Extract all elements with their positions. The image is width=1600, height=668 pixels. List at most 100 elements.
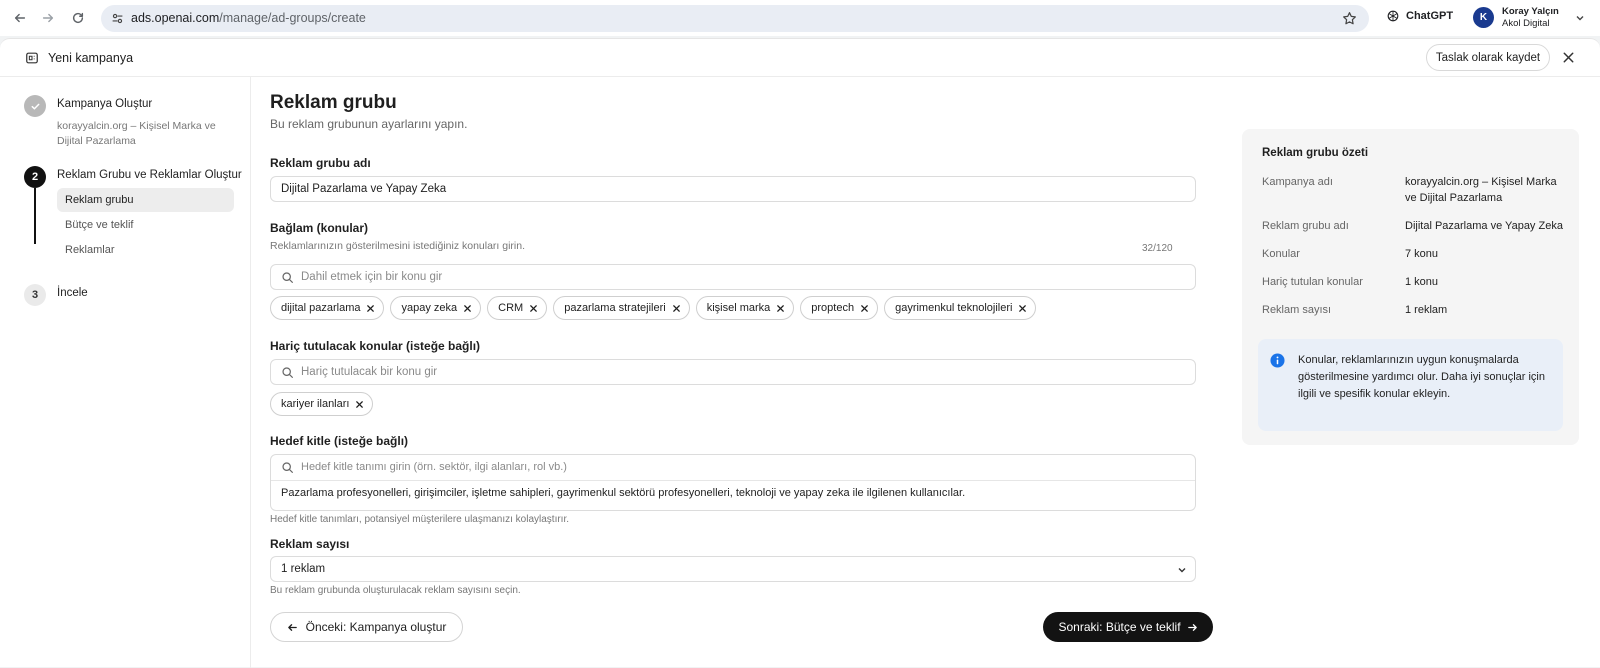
url-text: ads.openai.com/manage/ad-groups/create: [131, 11, 366, 25]
substep-ads[interactable]: Reklamlar: [57, 238, 234, 262]
step-done-indicator: [24, 95, 46, 117]
step-title-review[interactable]: İncele: [57, 287, 88, 299]
chip-label: pazarlama stratejileri: [564, 302, 666, 314]
info-card: Konular, reklamlarınızın uygun konuşmala…: [1258, 339, 1563, 431]
ads-count-select[interactable]: 1 reklam: [270, 556, 1196, 582]
url-path: /manage/ad-groups/create: [219, 11, 366, 25]
close-icon[interactable]: [1561, 50, 1576, 65]
ad-group-form: Reklam grubu Bu reklam grubunun ayarları…: [252, 77, 1220, 668]
step-number-2: 2: [24, 166, 46, 188]
arrow-left-icon: [287, 623, 297, 631]
step-progress-line: [34, 188, 36, 244]
summary-value: 1 konu: [1405, 276, 1439, 288]
audience-input[interactable]: Hedef kitle tanımı girin (örn. sektör, i…: [270, 454, 1196, 511]
next-button[interactable]: Sonraki: Bütçe ve teklif: [1043, 612, 1213, 642]
search-icon: [281, 461, 294, 474]
site-settings-icon[interactable]: [111, 12, 124, 25]
remove-icon[interactable]: [860, 304, 869, 313]
excluded-chips: kariyer ilanları: [270, 392, 374, 416]
audience-search-row: Hedef kitle tanımı girin (örn. sektör, i…: [271, 455, 1195, 481]
topic-search-input[interactable]: Dahil etmek için bir konu gir: [270, 264, 1196, 290]
chevron-down-icon[interactable]: [1575, 13, 1585, 23]
topic-chip: gayrimenkul teknolojileri: [884, 296, 1037, 320]
chatgpt-icon: [1387, 10, 1399, 22]
excluded-topic-input[interactable]: Hariç tutulacak bir konu gir: [270, 359, 1196, 385]
step-title-ad-group[interactable]: Reklam Grubu ve Reklamlar Oluştur: [57, 169, 242, 181]
step-number-3: 3: [24, 284, 46, 306]
substep-ad-group[interactable]: Reklam grubu: [57, 188, 234, 212]
remove-icon[interactable]: [355, 400, 364, 409]
address-bar[interactable]: ads.openai.com/manage/ad-groups/create: [101, 5, 1369, 32]
excluded-topic-placeholder: Hariç tutulacak bir konu gir: [301, 366, 438, 378]
summary-key: Kampanya adı: [1262, 176, 1333, 188]
previous-button-label: Önceki: Kampanya oluştur: [305, 620, 447, 634]
previous-button[interactable]: Önceki: Kampanya oluştur: [270, 612, 463, 642]
account-org: Akol Digital: [1502, 18, 1550, 29]
audience-label: Hedef kitle (isteğe bağlı): [270, 434, 409, 448]
browser-toolbar: ads.openai.com/manage/ad-groups/create C…: [0, 0, 1600, 36]
summary-key: Konular: [1262, 248, 1300, 260]
topic-chips: dijital pazarlama yapay zeka CRM pazarla…: [270, 296, 1037, 320]
search-icon: [281, 271, 294, 284]
ad-group-summary: Reklam grubu özeti Kampanya adı korayyal…: [1242, 129, 1579, 445]
summary-value: Dijital Pazarlama ve Yapay Zeka: [1405, 220, 1563, 232]
summary-key: Hariç tutulan konular: [1262, 276, 1363, 288]
remove-icon[interactable]: [672, 304, 681, 313]
stepper-sidebar: Kampanya Oluştur korayyalcin.org – Kişis…: [0, 77, 251, 668]
bookmark-star-icon[interactable]: [1342, 11, 1357, 26]
topic-chip: pazarlama stratejileri: [553, 296, 690, 320]
chip-label: kariyer ilanları: [281, 398, 350, 410]
ad-group-name-value: Dijital Pazarlama ve Yapay Zeka: [281, 183, 447, 195]
topic-chip: kişisel marka: [695, 296, 795, 320]
topic-chip: yapay zeka: [390, 296, 482, 320]
url-host: ads.openai.com: [131, 11, 220, 25]
account-avatar[interactable]: K: [1473, 7, 1494, 28]
topic-search-placeholder: Dahil etmek için bir konu gir: [301, 271, 443, 283]
topic-chip: dijital pazarlama: [270, 296, 385, 320]
forward-icon[interactable]: [38, 8, 58, 28]
context-label: Bağlam (konular): [270, 221, 369, 235]
arrow-right-icon: [1187, 623, 1197, 631]
info-text: Konular, reklamlarınızın uygun konuşmala…: [1298, 354, 1545, 400]
ads-count-value: 1 reklam: [281, 563, 326, 575]
page-subtitle: Bu reklam grubunun ayarlarını yapın.: [270, 117, 468, 131]
name-label: Reklam grubu adı: [270, 156, 371, 170]
back-icon[interactable]: [10, 8, 30, 28]
chevron-down-icon: [1177, 565, 1187, 575]
reload-icon[interactable]: [68, 8, 88, 28]
summary-value: 7 konu: [1405, 248, 1439, 260]
step-title-create-campaign[interactable]: Kampanya Oluştur: [57, 98, 152, 110]
remove-icon[interactable]: [366, 304, 375, 313]
app-title: Yeni kampanya: [48, 51, 134, 65]
chip-label: yapay zeka: [401, 302, 458, 314]
summary-value: korayyalcin.org – Kişisel Marka ve Dijit…: [1405, 176, 1557, 204]
chatgpt-extension[interactable]: ChatGPT: [1386, 9, 1453, 23]
character-counter: 32/120: [1142, 243, 1173, 254]
remove-icon[interactable]: [776, 304, 785, 313]
remove-icon[interactable]: [463, 304, 472, 313]
ad-group-name-input[interactable]: Dijital Pazarlama ve Yapay Zeka: [270, 176, 1196, 202]
chip-label: dijital pazarlama: [281, 302, 361, 314]
page-title: Reklam grubu: [270, 92, 397, 113]
substep-budget[interactable]: Bütçe ve teklif: [57, 213, 234, 237]
excluded-topic-chip: kariyer ilanları: [270, 392, 374, 416]
context-hint: Reklamlarınızın gösterilmesini istediğin…: [270, 240, 526, 252]
excluded-label: Hariç tutulacak konular (isteğe bağlı): [270, 339, 481, 353]
remove-icon[interactable]: [1018, 304, 1027, 313]
save-draft-button[interactable]: Taslak olarak kaydet: [1426, 44, 1550, 71]
chip-label: proptech: [811, 302, 855, 314]
summary-key: Reklam grubu adı: [1262, 220, 1349, 232]
remove-icon[interactable]: [529, 304, 538, 313]
account-info[interactable]: Koray Yalçın Akol Digital: [1502, 6, 1559, 30]
search-icon: [281, 366, 294, 379]
step-subtitle: korayyalcin.org – Kişisel Marka ve Dijit…: [57, 120, 216, 147]
topic-chip: proptech: [800, 296, 879, 320]
topic-chip: CRM: [487, 296, 548, 320]
chip-label: CRM: [498, 302, 524, 314]
app-topbar: Yeni kampanya Taslak olarak kaydet: [0, 39, 1600, 77]
next-button-label: Sonraki: Bütçe ve teklif: [1058, 620, 1181, 634]
check-icon: [31, 103, 39, 110]
ads-count-label: Reklam sayısı: [270, 537, 350, 551]
summary-key: Reklam sayısı: [1262, 304, 1332, 316]
account-name: Koray Yalçın: [1502, 6, 1559, 17]
